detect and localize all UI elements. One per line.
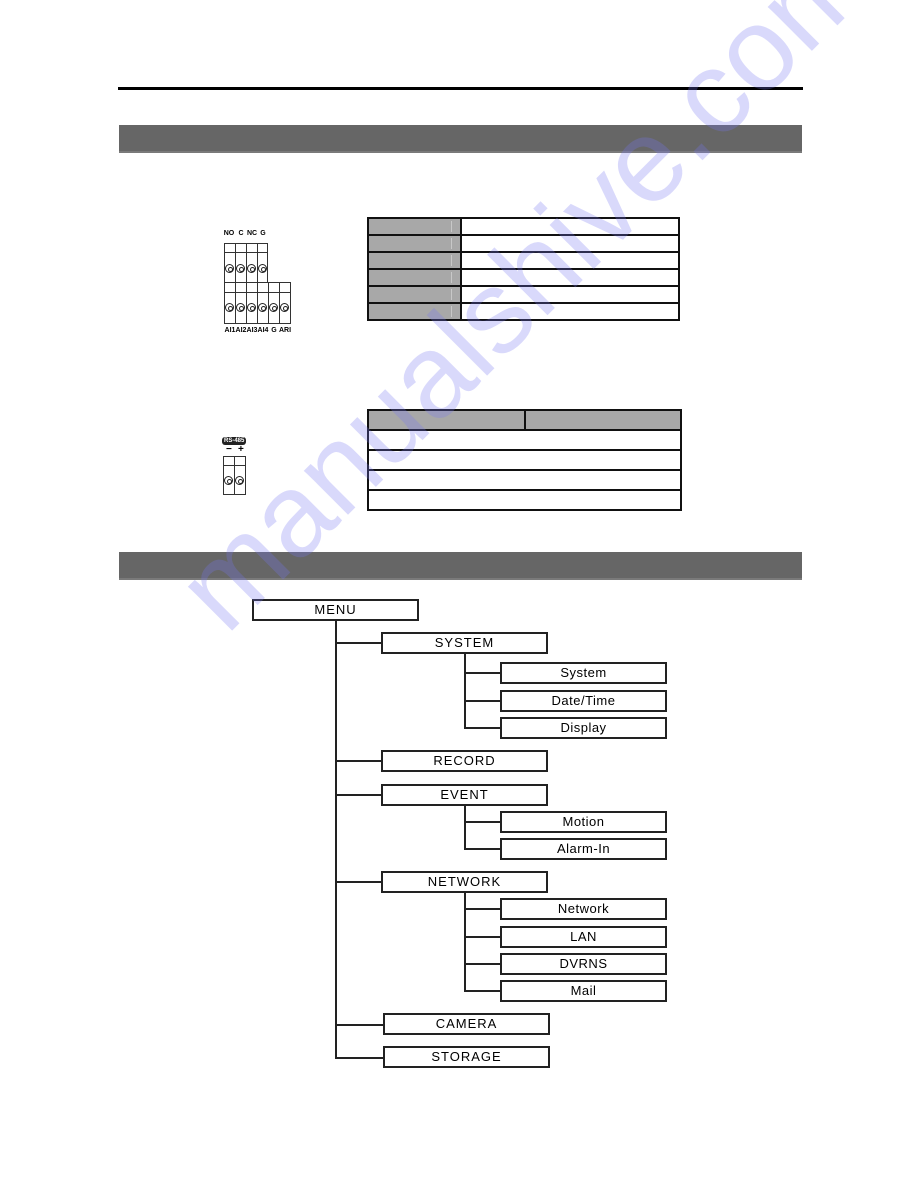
menu-node-network-mail[interactable]: Mail <box>500 980 667 1002</box>
menu-node-network[interactable]: NETWORK <box>381 871 548 893</box>
screw-icon <box>225 303 234 312</box>
table-row <box>367 234 680 253</box>
terminal-label-ari: ARI <box>279 327 292 334</box>
menu-node-event-motion[interactable]: Motion <box>500 811 667 833</box>
header-rule <box>118 87 803 90</box>
menu-node-root[interactable]: MENU <box>252 599 419 621</box>
menu-node-system-datetime[interactable]: Date/Time <box>500 690 667 712</box>
rs485-terminal-diagram: RS-485 − + <box>222 437 252 497</box>
table-row <box>367 217 680 236</box>
screw-icon <box>236 264 245 273</box>
section-bar-menu-structure <box>119 552 802 580</box>
menu-node-system-display[interactable]: Display <box>500 717 667 739</box>
table-row <box>367 285 680 304</box>
section-bar-connectors <box>119 125 802 153</box>
table-row <box>367 302 680 321</box>
screw-icon <box>247 303 256 312</box>
table-header-row <box>366 409 682 431</box>
menu-node-network-network[interactable]: Network <box>500 898 667 920</box>
screw-icon <box>269 303 278 312</box>
table-row <box>367 489 682 511</box>
screw-icon <box>258 303 267 312</box>
table-row <box>367 268 680 287</box>
table-row <box>367 429 682 451</box>
terminal-label-g: G <box>260 230 266 237</box>
menu-node-event[interactable]: EVENT <box>381 784 548 806</box>
menu-node-record[interactable]: RECORD <box>381 750 548 772</box>
menu-node-system[interactable]: SYSTEM <box>381 632 548 654</box>
screw-icon <box>224 476 233 485</box>
menu-node-network-lan[interactable]: LAN <box>500 926 667 948</box>
menu-node-storage[interactable]: STORAGE <box>383 1046 550 1068</box>
terminal-label-no: NO <box>223 230 235 237</box>
alarm-terminal-diagram: NO C NC G AI1 AI2 AI3 AI4 G ARI <box>222 230 292 340</box>
screw-icon <box>247 264 256 273</box>
screw-icon <box>258 264 267 273</box>
menu-node-camera[interactable]: CAMERA <box>383 1013 550 1035</box>
rs485-pin-table <box>366 409 682 511</box>
menu-node-network-dvrns[interactable]: DVRNS <box>500 953 667 975</box>
screw-icon <box>235 476 244 485</box>
screw-icon <box>280 303 289 312</box>
menu-node-event-alarm-in[interactable]: Alarm-In <box>500 838 667 860</box>
table-row <box>367 469 682 491</box>
screw-icon <box>225 264 234 273</box>
alarm-pin-table <box>367 217 680 321</box>
table-row <box>367 449 682 471</box>
screw-icon <box>236 303 245 312</box>
polarity-minus: − <box>226 444 232 455</box>
polarity-plus: + <box>238 444 244 455</box>
menu-node-system-system[interactable]: System <box>500 662 667 684</box>
table-row <box>367 251 680 270</box>
